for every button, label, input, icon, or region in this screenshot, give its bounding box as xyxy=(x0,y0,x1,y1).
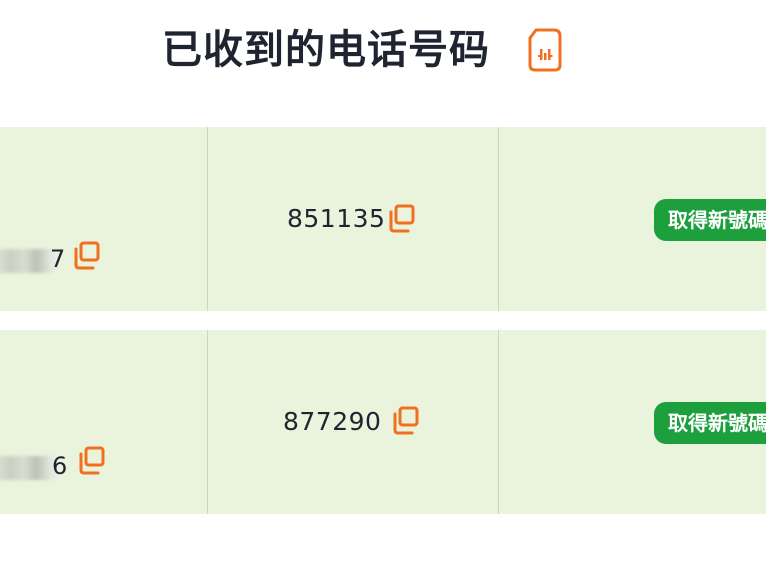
page-header: 已收到的电话号码 xyxy=(0,0,766,100)
copy-code-icon[interactable] xyxy=(390,406,420,436)
number-row: ██████ 6 877290 取得新號碼 xyxy=(0,330,766,514)
column-divider xyxy=(498,330,499,514)
phone-number-suffix: 6 xyxy=(52,452,68,480)
number-row: ██████ 7 851135 取得新號碼 xyxy=(0,127,766,311)
get-new-number-button[interactable]: 取得新號碼 xyxy=(654,199,766,241)
sim-card-icon xyxy=(528,28,562,72)
get-new-number-button[interactable]: 取得新號碼 xyxy=(654,402,766,444)
copy-phone-icon[interactable] xyxy=(76,446,106,476)
phone-number-suffix: 7 xyxy=(50,245,66,273)
copy-code-icon[interactable] xyxy=(386,204,416,234)
verification-code: 851135 xyxy=(287,204,386,233)
copy-phone-icon[interactable] xyxy=(71,241,101,271)
column-divider xyxy=(207,127,208,311)
page-title: 已收到的电话号码 xyxy=(162,27,490,73)
column-divider xyxy=(498,127,499,311)
verification-code: 877290 xyxy=(283,407,382,436)
phone-number-masked: ██████ xyxy=(0,456,60,480)
column-divider xyxy=(207,330,208,514)
